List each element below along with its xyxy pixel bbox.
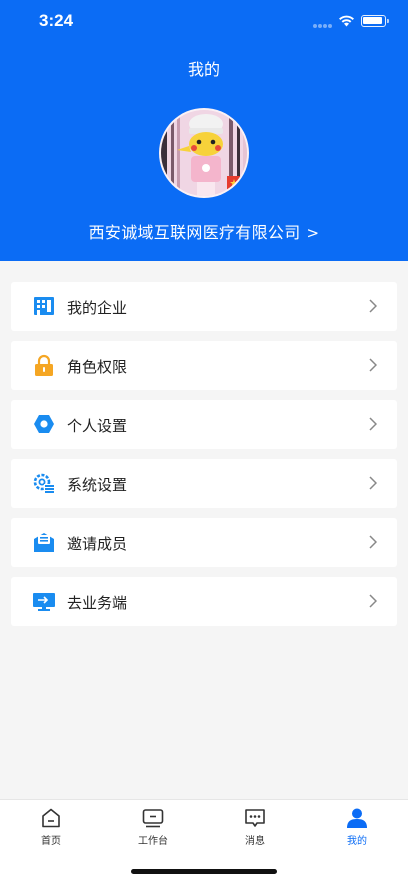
tab-label: 工作台 — [138, 836, 168, 847]
profile-icon — [347, 808, 367, 828]
envelope-icon — [34, 533, 54, 552]
menu-item-label: 角色权限 — [67, 358, 128, 376]
tab-workbench[interactable]: 工作台 — [113, 808, 193, 852]
gear-list-icon — [33, 473, 54, 493]
menu-item-invite-members[interactable]: 邀请成员 — [11, 518, 397, 567]
chevron-right-icon — [369, 299, 377, 313]
tab-label: 我的 — [347, 836, 367, 847]
battery-icon — [361, 15, 389, 27]
menu-item-my-enterprise[interactable]: 我的企业 — [11, 282, 397, 331]
chevron-right-icon — [369, 594, 377, 608]
menu-item-role-permissions[interactable]: 角色权限 — [11, 341, 397, 390]
chevron-right-icon: > — [306, 224, 320, 242]
page-title: 我的 — [187, 60, 220, 79]
tab-label: 消息 — [245, 836, 265, 847]
profile-header: 3:24 我的 西安诚域互联网医疗有限公司 > — [0, 0, 408, 261]
menu-item-label: 我的企业 — [67, 299, 128, 317]
tab-home[interactable]: 首页 — [11, 808, 91, 852]
status-time: 3:24 — [39, 11, 74, 30]
avatar-pikachu-image — [161, 110, 247, 196]
tab-messages[interactable]: 消息 — [215, 808, 295, 852]
chevron-right-icon — [369, 417, 377, 431]
monitor-icon — [33, 593, 55, 611]
tab-label: 首页 — [41, 836, 61, 847]
menu-item-label: 系统设置 — [67, 476, 128, 494]
chevron-right-icon — [369, 358, 377, 372]
menu-item-system-settings[interactable]: 系统设置 — [11, 459, 397, 508]
wifi-icon — [339, 15, 354, 27]
cellular-signal-icon — [313, 24, 333, 28]
menu-item-go-business[interactable]: 去业务端 — [11, 577, 397, 626]
menu-item-label: 去业务端 — [67, 594, 128, 612]
menu-item-label: 邀请成员 — [67, 535, 128, 553]
menu-item-personal-settings[interactable]: 个人设置 — [11, 400, 397, 449]
avatar[interactable] — [159, 108, 249, 198]
building-icon — [34, 297, 54, 315]
tab-profile[interactable]: 我的 — [317, 808, 397, 852]
chevron-right-icon — [369, 535, 377, 549]
home-icon — [42, 808, 60, 828]
settings-menu: 我的企业 角色权限 个人设置 系统设置 邀请成员 去业务端 — [11, 282, 397, 636]
company-switch-link[interactable]: 西安诚域互联网医疗有限公司 > — [0, 219, 408, 243]
company-name: 西安诚域互联网医疗有限公司 — [88, 223, 301, 242]
lock-icon — [35, 354, 53, 376]
hexagon-settings-icon — [34, 415, 54, 433]
chevron-right-icon — [369, 476, 377, 490]
home-indicator — [131, 869, 277, 874]
status-bar: 3:24 — [0, 0, 408, 44]
workbench-icon — [142, 809, 164, 828]
menu-item-label: 个人设置 — [67, 417, 128, 435]
message-icon — [245, 809, 265, 827]
